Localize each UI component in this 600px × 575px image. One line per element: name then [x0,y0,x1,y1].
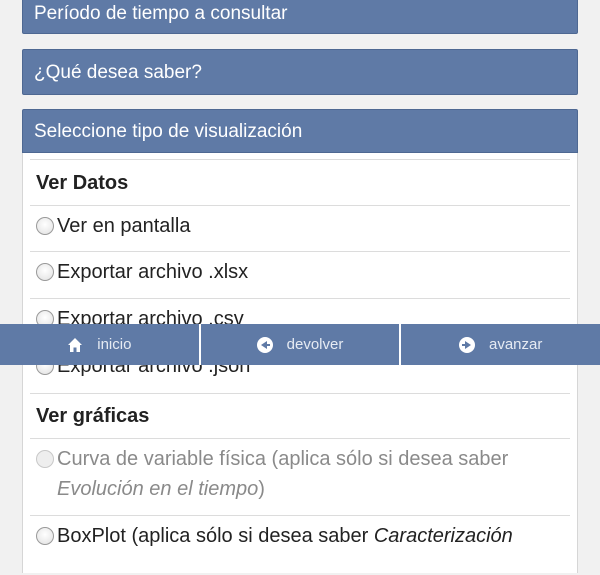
nav-avanzar-button[interactable]: avanzar [401,324,600,365]
nav-devolver-label: devolver [286,336,344,353]
section-tipo-header[interactable]: Seleccione tipo de visualización [22,109,578,153]
option-boxplot-label: BoxPlot (aplica sólo si desea saber Cara… [57,525,513,547]
radio-ver-pantalla[interactable] [36,217,54,235]
group-ver-graficas-label: Ver gráficas [36,405,150,427]
section-periodo-title: Período de tiempo a consultar [34,3,288,24]
group-ver-datos-label: Ver Datos [36,172,129,194]
group-ver-datos: Ver Datos [30,159,570,205]
nav-avanzar-label: avanzar [488,336,543,353]
arrow-right-circle-icon [458,336,475,353]
option-ver-pantalla-label: Ver en pantalla [57,215,191,237]
home-icon [68,337,83,352]
radio-exportar-xlsx[interactable] [36,263,54,281]
nav-inicio-button[interactable]: inicio [0,324,201,365]
section-saber-header[interactable]: ¿Qué desea saber? [22,49,578,95]
nav-devolver-button[interactable]: devolver [201,324,402,365]
arrow-left-circle-icon [256,336,273,353]
option-boxplot[interactable]: BoxPlot (aplica sólo si desea saber Cara… [30,515,570,575]
option-ver-pantalla[interactable]: Ver en pantalla [30,205,570,251]
option-curva-variable[interactable]: Curva de variable física (aplica sólo si… [30,438,570,515]
option-exportar-xlsx[interactable]: Exportar archivo .xlsx [30,251,570,298]
radio-boxplot[interactable] [36,527,54,545]
bottom-navbar: inicio devolver avanzar [0,324,600,365]
radio-curva-variable[interactable] [36,450,54,468]
section-saber-title: ¿Qué desea saber? [34,62,202,83]
section-periodo-header[interactable]: Período de tiempo a consultar [22,0,578,34]
group-ver-graficas: Ver gráficas [30,393,570,438]
nav-inicio-label: inicio [97,336,132,353]
option-exportar-xlsx-label: Exportar archivo .xlsx [57,261,249,283]
section-tipo-title: Seleccione tipo de visualización [34,121,303,142]
option-curva-variable-label: Curva de variable física (aplica sólo si… [57,448,509,500]
